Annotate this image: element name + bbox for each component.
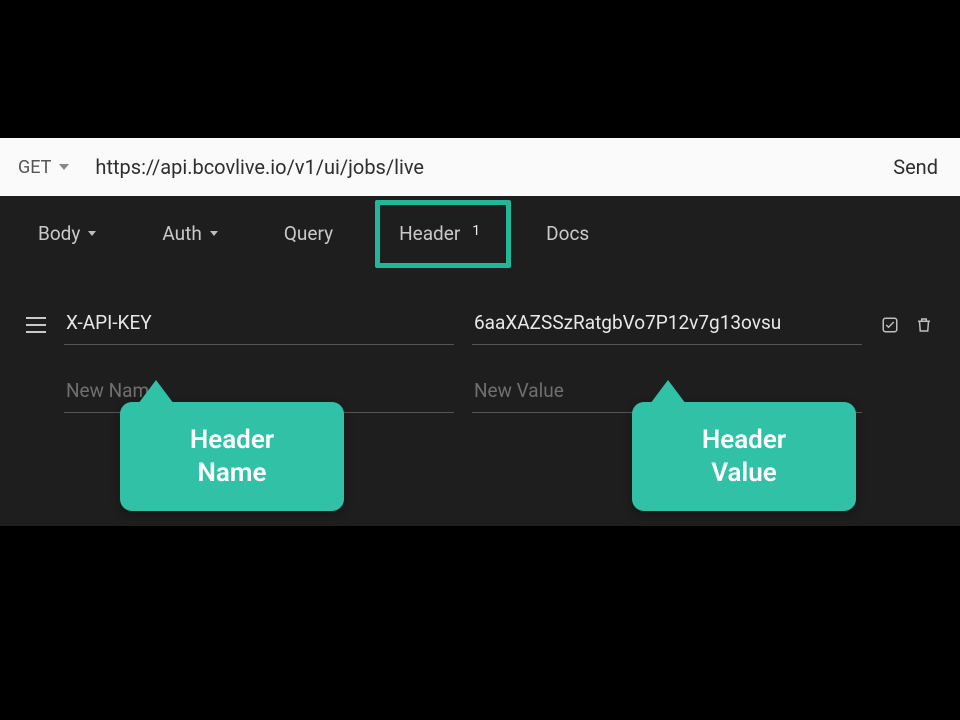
tab-auth-label: Auth (162, 222, 201, 245)
send-button[interactable]: Send (889, 149, 942, 185)
header-row (26, 305, 934, 345)
http-method-label: GET (18, 157, 51, 178)
tab-query-label: Query (284, 222, 333, 245)
callout-header-value-text: Header Value (702, 425, 786, 488)
delete-icon[interactable] (914, 315, 934, 335)
url-input[interactable] (95, 155, 889, 179)
tab-bar: Body Auth Query Header 1 Docs (0, 196, 960, 265)
header-name-input[interactable] (64, 305, 454, 345)
header-name-cell (64, 305, 454, 345)
callout-header-name-text: Header Name (190, 425, 274, 488)
tab-header-label: Header (399, 222, 460, 245)
header-value-cell (472, 305, 862, 345)
row-actions (880, 315, 934, 335)
tab-header[interactable]: Header 1 (389, 214, 490, 253)
tab-body-label: Body (38, 222, 80, 245)
tab-query[interactable]: Query (274, 214, 343, 253)
tab-body[interactable]: Body (28, 214, 106, 253)
callout-header-value: Header Value (632, 402, 856, 511)
tab-docs-label: Docs (546, 222, 589, 245)
tab-header-count: 1 (472, 223, 480, 239)
callout-header-name: Header Name (120, 402, 344, 511)
app-frame: GET Send Body Auth Query Header 1 D (0, 0, 960, 720)
chevron-down-icon (210, 231, 218, 236)
http-method-dropdown[interactable]: GET (18, 157, 69, 178)
chevron-down-icon (59, 164, 69, 170)
request-bar: GET Send (0, 138, 960, 196)
drag-handle-icon[interactable] (26, 317, 46, 333)
toggle-check-icon[interactable] (880, 315, 900, 335)
header-value-input[interactable] (472, 305, 862, 345)
tab-docs[interactable]: Docs (536, 214, 599, 253)
chevron-down-icon (88, 231, 96, 236)
tab-auth[interactable]: Auth (152, 214, 227, 253)
